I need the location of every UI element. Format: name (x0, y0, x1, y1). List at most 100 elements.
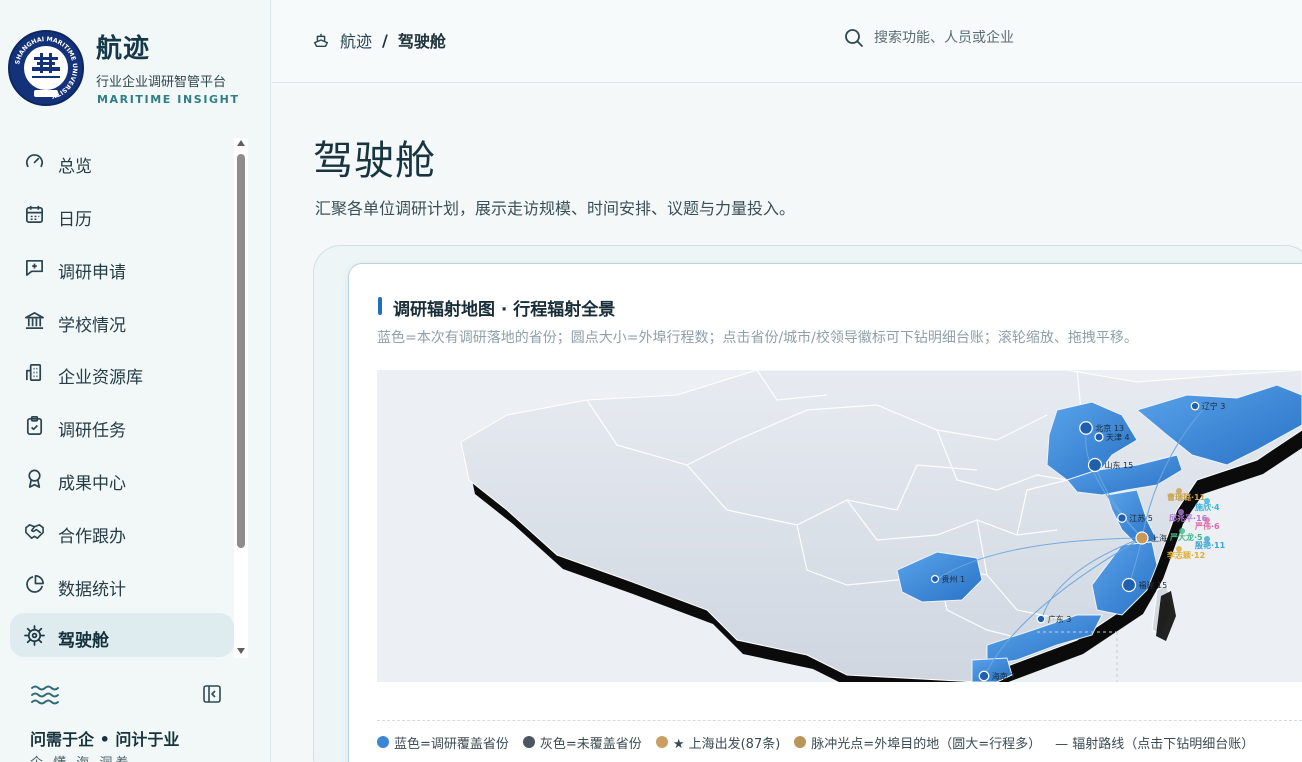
breadcrumb-separator: / (382, 30, 388, 50)
pie-chart-icon (26, 575, 44, 593)
nav-item-label: 调研申请 (58, 263, 126, 283)
search-icon[interactable] (844, 28, 864, 48)
main-nav: 总览 日历 调研申请 学校情况 企业资源库 调研任务 成果中心 合作跟办 数据统… (10, 136, 234, 658)
clipboard-check-icon (26, 416, 43, 435)
nav-item-label: 成果中心 (58, 474, 126, 494)
nav-item-apply[interactable]: 调研申请 (10, 245, 234, 289)
legend-item-pulse: 脉冲光点=外埠目的地（圆大=行程多） (794, 733, 1041, 752)
map-marker-6[interactable]: 福建 15 (1121, 577, 1168, 593)
message-plus-icon (26, 259, 43, 276)
map-marker-label[interactable]: 北京 13 (1095, 423, 1124, 433)
nav-item-cooperation[interactable]: 合作跟办 (10, 509, 234, 553)
breadcrumb-current: 驾驶舱 (397, 32, 446, 51)
map-marker-4[interactable]: 江苏 5 (1117, 513, 1153, 523)
nav-item-statistics[interactable]: 数据统计 (10, 562, 234, 606)
legend-label: — 辐射路线（点击下钻明细台账） (1055, 736, 1255, 752)
card-subtitle: 蓝色=本次有调研落地的省份；圆点大小=外埠行程数；点击省份/城市/校领导徽标可下… (377, 330, 1138, 346)
legend-label: ★ 上海出发(87条) (672, 736, 781, 752)
search-input[interactable] (874, 30, 1094, 46)
map-marker-7[interactable]: 广东 3 (1036, 614, 1072, 624)
calendar-icon (26, 205, 43, 223)
brand-title: 航迹 (96, 34, 151, 64)
legend-label: 脉冲光点=外埠目的地（圆大=行程多） (811, 736, 1042, 752)
legend-dot-pulse (794, 736, 807, 748)
sidebar-collapse-icon[interactable] (202, 684, 222, 704)
nav-item-label: 驾驶舱 (58, 631, 109, 651)
leader-badge-label[interactable]: 殷艳·11 (1194, 540, 1226, 550)
map-marker-2[interactable]: 辽宁 3 (1190, 401, 1226, 411)
map-marker-8[interactable]: 贵州 1 (930, 574, 966, 584)
brand-subtitle: 行业企业调研智管平台 (96, 75, 227, 90)
legend-dot-uncovered (522, 736, 535, 748)
map-marker-label[interactable]: 上海 (1151, 533, 1167, 543)
leader-badge-label[interactable]: 严伟·6 (1194, 521, 1220, 531)
radiation-map[interactable]: 北京 13 天津 4 辽宁 3 山东 15 江苏 5 上海福建 15 广东 3 贵州 1 海南 … (377, 370, 1302, 682)
legend-label: 蓝色=调研覆盖省份 (394, 736, 509, 752)
map-marker-label[interactable]: 广东 3 (1048, 614, 1072, 624)
scroll-thumb[interactable] (237, 154, 245, 548)
nav-item-calendar[interactable]: 日历 (10, 192, 234, 236)
legend-dot-origin (655, 736, 668, 748)
page-title: 驾驶舱 (313, 138, 436, 184)
leader-badge-label[interactable]: 施欣·4 (1195, 502, 1220, 512)
map-marker-label[interactable]: 福建 15 (1139, 580, 1168, 590)
nav-item-overview[interactable]: 总览 (10, 139, 234, 183)
legend-item-covered: 蓝色=调研覆盖省份 (377, 733, 509, 752)
map-marker-label[interactable]: 山东 15 (1105, 460, 1134, 470)
ship-icon (313, 33, 329, 48)
sidebar: SHANGHAI MARITIME UNIVERSITY 航迹 行业企业调研智管… (0, 0, 271, 762)
map-legend: 蓝色=调研覆盖省份 灰色=未覆盖省份 ★ 上海出发(87条) 脉冲光点=外埠目的… (377, 733, 1268, 752)
breadcrumb-root[interactable]: 航迹 (340, 28, 372, 52)
brand: SHANGHAI MARITIME UNIVERSITY 航迹 行业企业调研智管… (8, 28, 268, 110)
award-icon (28, 469, 41, 488)
brand-english: MARITIME INSIGHT (97, 93, 240, 106)
nav-item-label: 总览 (58, 157, 92, 177)
sidebar-scrollbar[interactable] (234, 138, 248, 658)
nav-item-label: 日历 (58, 210, 92, 230)
map-canvas[interactable]: 北京 13天津 4 辽宁 3 山东 15 江苏 5 上海福建 15 广东 3 贵州 1 海南 … (377, 370, 1302, 682)
nav-item-results[interactable]: 成果中心 (10, 456, 234, 500)
nav-item-label: 调研任务 (58, 421, 126, 441)
nav-item-label: 数据统计 (58, 580, 126, 600)
building-icon (26, 364, 42, 381)
breadcrumb: 航迹 / 驾驶舱 (312, 28, 446, 52)
legend-label: 灰色=未覆盖省份 (539, 736, 642, 752)
handshake-icon (25, 524, 44, 539)
nav-item-label: 学校情况 (58, 316, 126, 336)
legend-item-uncovered: 灰色=未覆盖省份 (522, 733, 642, 752)
map-marker-label[interactable]: 贵州 1 (942, 574, 966, 584)
legend-item-origin: ★ 上海出发(87条) (655, 733, 781, 752)
ship-wheel-icon (24, 625, 45, 646)
top-bar: 航迹 / 驾驶舱 (272, 0, 1302, 83)
nav-item-tasks[interactable]: 调研任务 (10, 403, 234, 447)
card-title-accent (378, 297, 382, 315)
nav-item-label: 企业资源库 (58, 368, 143, 388)
nav-item-cockpit[interactable]: 驾驶舱 (10, 613, 234, 657)
map-marker-5[interactable]: 上海 (1135, 531, 1167, 545)
sidebar-motto-secondary: 企 懂 海 洞着 (30, 752, 131, 762)
map-marker-label[interactable]: 辽宁 3 (1202, 401, 1226, 411)
map-marker-label[interactable]: 天津 4 (1106, 432, 1130, 442)
nav-item-school[interactable]: 学校情况 (10, 298, 234, 342)
institution-icon (25, 312, 44, 329)
university-logo: SHANGHAI MARITIME UNIVERSITY (8, 30, 84, 106)
map-marker-1[interactable]: 天津 4 (1094, 432, 1130, 442)
nav-item-label: 合作跟办 (58, 527, 126, 547)
legend-divider (377, 720, 1302, 721)
map-marker-9[interactable]: 海南 7 (978, 670, 1016, 682)
leader-badge-label[interactable]: 李志颖·12 (1166, 550, 1205, 560)
sidebar-motto: 问需于企 • 问计于业 (30, 730, 180, 749)
map-marker-label[interactable]: 海南 7 (992, 671, 1016, 681)
global-search[interactable] (844, 28, 1094, 48)
waves-icon (31, 685, 59, 705)
gauge-icon (26, 154, 43, 168)
legend-dot-covered (377, 736, 389, 748)
map-marker-3[interactable]: 山东 15 (1087, 457, 1134, 473)
scroll-up-arrow-icon[interactable] (237, 140, 245, 146)
leader-badge-label[interactable]: 曹瑞璐·11 (1167, 492, 1206, 502)
nav-item-enterprise[interactable]: 企业资源库 (10, 350, 234, 394)
map-marker-label[interactable]: 江苏 5 (1129, 513, 1153, 523)
page-description: 汇聚各单位调研计划，展示走访规模、时间安排、议题与力量投入。 (315, 199, 796, 218)
legend-item-route: — 辐射路线（点击下钻明细台账） (1055, 733, 1254, 752)
scroll-down-arrow-icon[interactable] (237, 648, 245, 654)
